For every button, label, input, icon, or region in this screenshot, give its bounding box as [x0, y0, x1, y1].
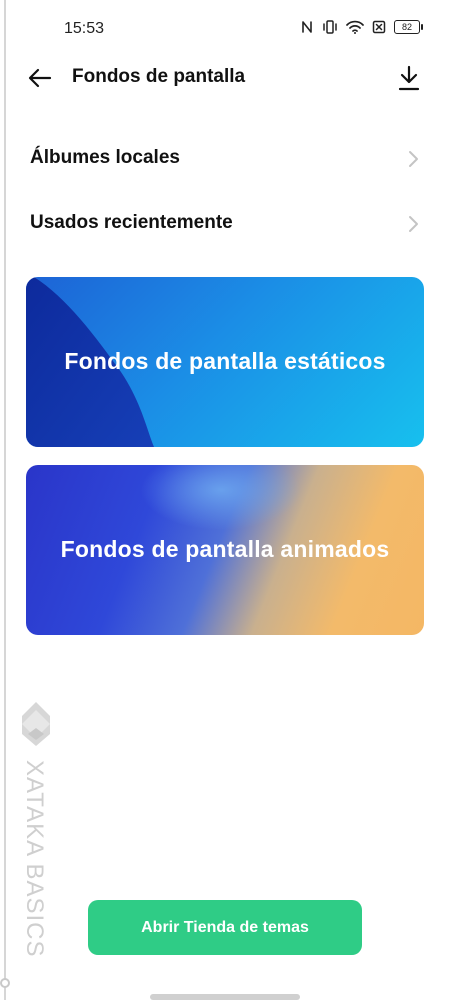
list-item-usados-recientemente[interactable]: Usados recientemente	[0, 200, 450, 248]
watermark: XATAKA BASICS	[14, 700, 58, 970]
left-rail-dot	[0, 978, 10, 988]
home-indicator[interactable]	[150, 994, 300, 1000]
list-item-label: Álbumes locales	[30, 147, 180, 168]
xataka-logo	[22, 702, 50, 746]
download-button[interactable]	[396, 64, 422, 92]
no-sim-icon	[372, 20, 386, 34]
watermark-text: XATAKA BASICS	[21, 760, 48, 958]
battery-icon: 82	[394, 20, 423, 34]
card-title: Fondos de pantalla estáticos	[64, 348, 386, 374]
status-bar: 15:53 82	[0, 0, 450, 60]
card-title: Fondos de pantalla animados	[60, 536, 390, 562]
list-item-label: Usados recientemente	[30, 212, 233, 233]
chevron-right-icon	[409, 151, 418, 167]
list-item-albumes-locales[interactable]: Álbumes locales	[0, 135, 450, 183]
static-wallpapers-card[interactable]: Fondos de pantalla estáticos	[26, 277, 424, 447]
page-title: Fondos de pantalla	[72, 66, 246, 87]
chevron-right-icon	[409, 216, 418, 232]
back-button[interactable]	[26, 64, 54, 92]
status-time: 15:53	[64, 20, 105, 37]
app-header: Fondos de pantalla	[0, 58, 450, 98]
nfc-icon	[300, 20, 314, 34]
arrow-left-icon	[28, 68, 52, 88]
animated-wallpapers-card[interactable]: Fondos de pantalla animados	[26, 465, 424, 635]
download-icon	[398, 65, 420, 91]
status-icons: 82	[300, 20, 423, 34]
open-theme-store-button[interactable]: Abrir Tienda de temas	[88, 900, 362, 955]
vibrate-icon	[322, 20, 338, 34]
wifi-icon	[346, 20, 364, 34]
